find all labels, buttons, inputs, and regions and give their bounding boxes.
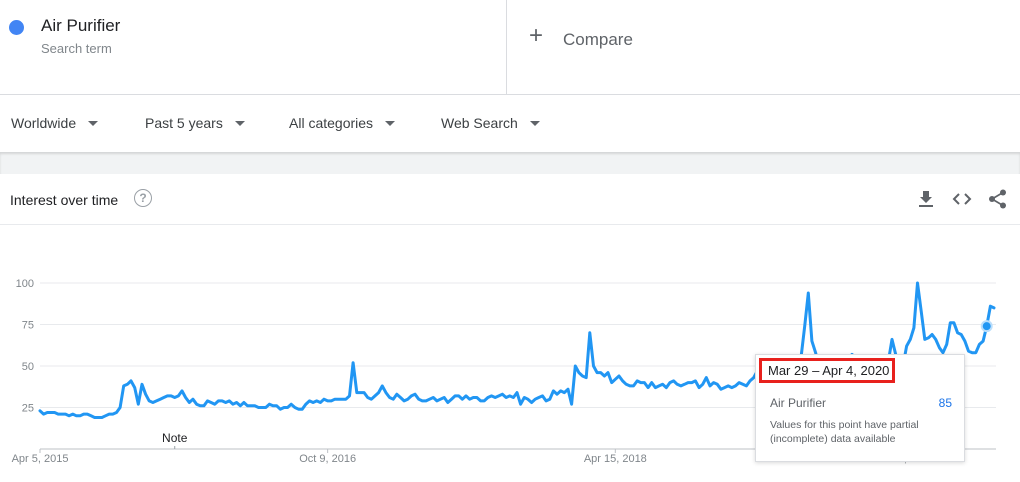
highlighted-data-point <box>980 320 993 333</box>
tooltip-series-name: Air Purifier <box>770 396 827 410</box>
x-tick-label: Oct 9, 2016 <box>299 453 356 465</box>
y-tick-label: 50 <box>22 361 34 373</box>
chart-tooltip: Mar 29 – Apr 4, 2020 Air Purifier 85 Val… <box>755 354 965 462</box>
y-tick-label: 100 <box>16 278 34 290</box>
x-tick-label: Apr 5, 2015 <box>12 453 69 465</box>
tooltip-date: Mar 29 – Apr 4, 2020 <box>768 363 890 378</box>
x-tick-label: Apr 15, 2018 <box>584 453 647 465</box>
tooltip-value: 85 <box>938 396 952 410</box>
y-tick-label: 25 <box>22 403 34 415</box>
note-label: Note <box>162 431 188 445</box>
tooltip-partial-data-note: Values for this point have partial (inco… <box>770 419 919 445</box>
y-tick-label: 75 <box>22 320 34 332</box>
